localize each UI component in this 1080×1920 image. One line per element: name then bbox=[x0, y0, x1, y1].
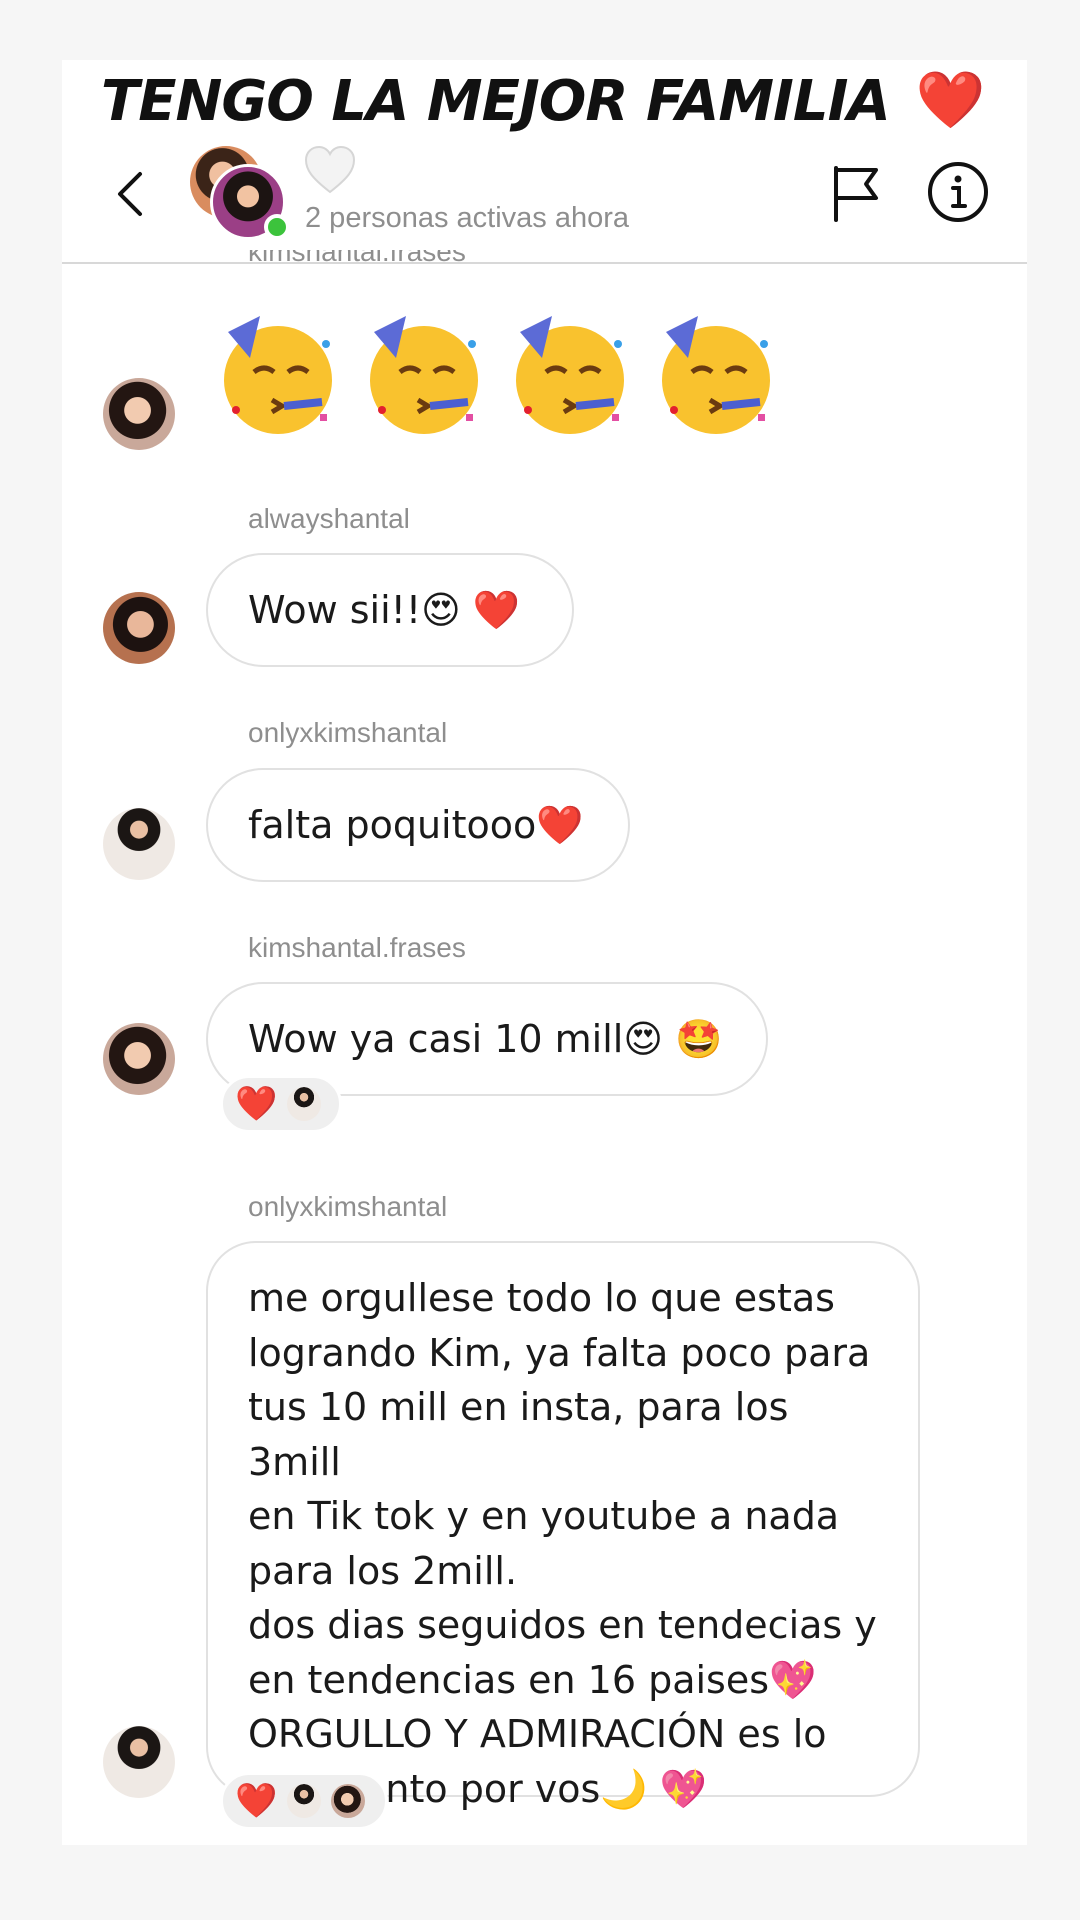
avatar[interactable] bbox=[103, 592, 175, 664]
avatar[interactable] bbox=[103, 808, 175, 880]
message-line: tus 10 mill en insta, para los 3mill bbox=[248, 1385, 789, 1484]
info-button[interactable] bbox=[926, 160, 990, 224]
info-icon bbox=[928, 162, 988, 222]
white-heart-icon bbox=[304, 145, 356, 194]
message-line: logrando Kim, ya falta poco para bbox=[248, 1330, 871, 1375]
report-button[interactable] bbox=[828, 162, 884, 224]
message-line: en Tik tok y en youtube a nada bbox=[248, 1494, 840, 1538]
avatar[interactable] bbox=[103, 1023, 175, 1095]
banner-heart-icon: ❤️ bbox=[915, 68, 986, 133]
message-bubble[interactable]: Wow sii!!😍 ❤️ bbox=[206, 553, 574, 667]
message-line: en tendencias en 16 paises💖 bbox=[248, 1657, 817, 1702]
sender-name: kimshantal.frases bbox=[248, 932, 466, 963]
message-bubble[interactable]: falta poquitooo❤️ bbox=[206, 768, 630, 882]
message-line: me orgullese todo lo que estas bbox=[248, 1276, 835, 1320]
message-line: para los 2mill. bbox=[248, 1548, 518, 1593]
heart-reaction-icon: ❤️ bbox=[235, 1781, 278, 1821]
sender-name: onlyxkimshantal bbox=[248, 717, 448, 748]
reactor-avatar bbox=[287, 1784, 322, 1818]
emoji-message[interactable] bbox=[210, 310, 780, 442]
reactor-avatar bbox=[287, 1087, 322, 1121]
avatar[interactable] bbox=[103, 1726, 175, 1798]
back-button[interactable] bbox=[102, 164, 162, 224]
partying-face-icon bbox=[662, 316, 770, 434]
heart-reaction-icon: ❤️ bbox=[235, 1084, 278, 1124]
avatar[interactable] bbox=[103, 378, 175, 450]
sender-name: onlyxkimshantal bbox=[248, 1191, 448, 1222]
partying-face-icon bbox=[370, 316, 478, 434]
group-avatar[interactable] bbox=[190, 146, 290, 242]
flag-icon bbox=[834, 166, 878, 222]
online-indicator bbox=[264, 214, 290, 240]
reaction-pill[interactable]: ❤️ bbox=[220, 1772, 388, 1830]
chevron-left-icon bbox=[118, 172, 142, 216]
sender-name: kimshantal.frases bbox=[248, 250, 466, 267]
chat-header: 2 personas activas ahora bbox=[62, 140, 1027, 264]
partying-face-icon bbox=[516, 316, 624, 434]
message-bubble[interactable]: me orgullese todo lo que estas logrando … bbox=[206, 1241, 920, 1811]
message-line: dos dias seguidos en tendecias y bbox=[248, 1603, 877, 1647]
partying-face-icon bbox=[224, 316, 332, 434]
reactor-avatar bbox=[331, 1784, 366, 1818]
story-banner: TENGO LA MEJOR FAMILIA ❤️ bbox=[95, 68, 985, 134]
active-status: 2 personas activas ahora bbox=[305, 202, 630, 234]
banner-title: TENGO LA MEJOR FAMILIA bbox=[101, 68, 891, 134]
message-line: ORGULLO Y ADMIRACIÓN es lo bbox=[248, 1712, 827, 1756]
reaction-pill[interactable]: ❤️ bbox=[220, 1075, 342, 1133]
sender-name: alwayshantal bbox=[248, 503, 410, 534]
